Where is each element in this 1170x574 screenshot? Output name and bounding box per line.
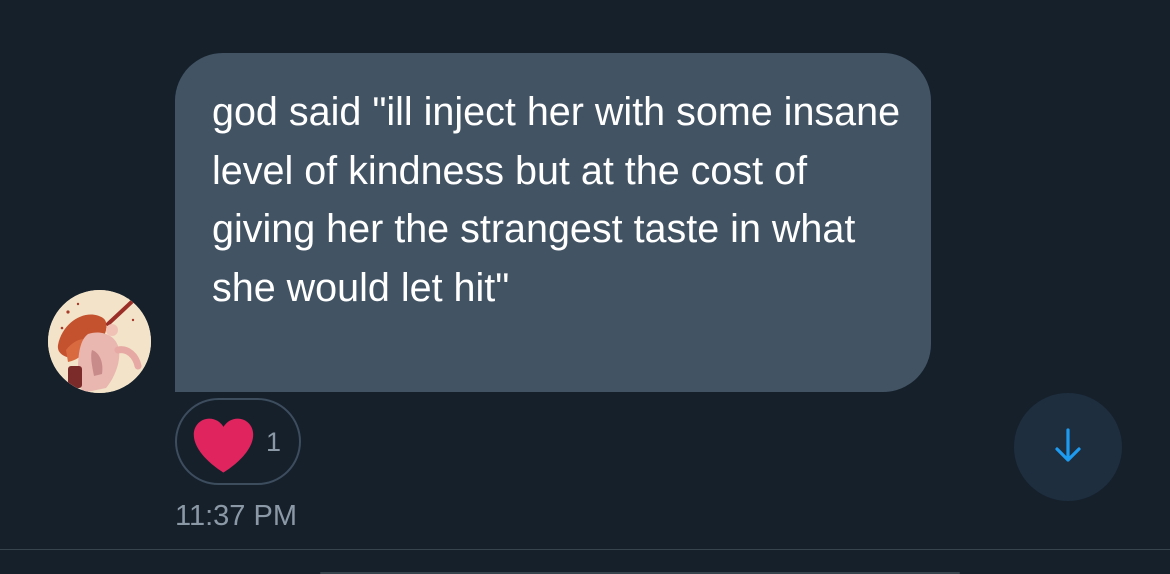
avatar[interactable] — [48, 290, 151, 393]
reaction-count: 1 — [266, 427, 282, 457]
heart-reaction-button[interactable]: 1 — [175, 398, 301, 485]
message-text: god said "ill inject her with some insan… — [212, 90, 901, 310]
composer-divider — [0, 549, 1170, 550]
arrow-down-icon — [1055, 428, 1081, 462]
message-timestamp: 11:37 PM — [175, 500, 297, 532]
heart-icon — [192, 417, 255, 478]
message-bubble[interactable]: god said "ill inject her with some insan… — [175, 53, 931, 392]
scroll-to-bottom-button[interactable] — [1014, 393, 1122, 501]
avatar-illustration — [48, 290, 151, 393]
